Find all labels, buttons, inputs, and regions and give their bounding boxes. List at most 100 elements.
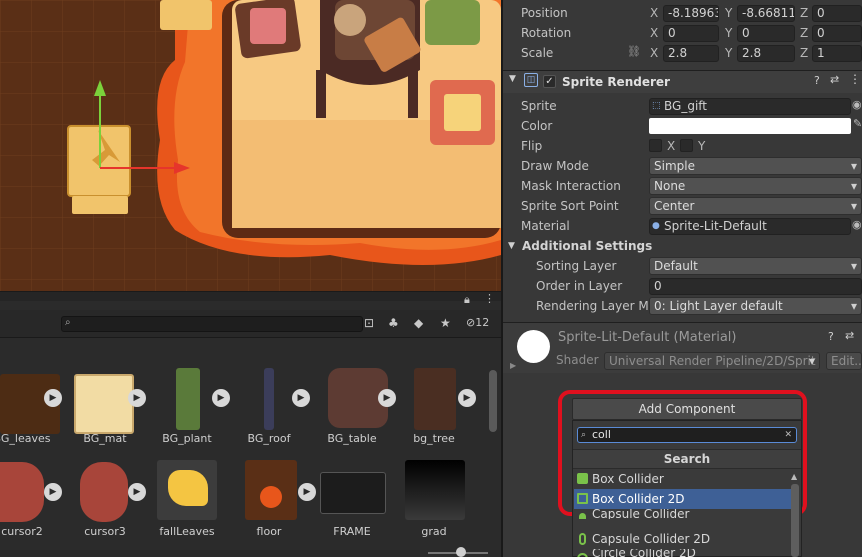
clear-search-icon[interactable]: ✕ — [784, 428, 792, 442]
asset-expand-icon[interactable]: ▶ — [298, 483, 316, 501]
label-filter-icon[interactable]: ◆ — [414, 316, 423, 330]
axis-y-label: Y — [725, 26, 733, 40]
asset-thumb-frame[interactable] — [320, 472, 386, 514]
sprite-sort-point-dropdown[interactable]: Center — [649, 197, 862, 215]
result-capsule-collider-2d[interactable]: Capsule Collider 2D — [574, 529, 792, 549]
sprite-renderer-header[interactable] — [503, 71, 862, 93]
asset-label: BG_roof — [247, 432, 291, 445]
asset-thumb-bg-mat[interactable] — [74, 374, 134, 434]
foldout-arrow-icon[interactable]: ▶ — [510, 361, 516, 370]
help-icon[interactable]: ? — [814, 74, 820, 87]
axis-y-label: Y — [725, 46, 733, 60]
search-value: coll — [592, 428, 611, 441]
flip-y-label: Y — [698, 139, 706, 153]
rotation-z-field[interactable]: 0 — [812, 25, 862, 42]
sprite-asset-icon: ⬚ — [652, 101, 661, 111]
result-circle-collider-2d[interactable]: Circle Collider 2D — [574, 549, 792, 557]
edit-shader-button[interactable]: Edit... — [826, 352, 862, 370]
result-box-collider-2d[interactable]: Box Collider 2D — [574, 489, 792, 509]
sprite-field[interactable]: ⬚ BG_gift — [649, 98, 851, 115]
order-in-layer-label: Order in Layer — [536, 279, 623, 293]
order-in-layer-field[interactable]: 0 — [649, 278, 862, 295]
flip-y-checkbox[interactable] — [680, 139, 693, 152]
eyedropper-icon[interactable]: ✎ — [853, 117, 862, 130]
scale-y-field[interactable]: 2.8 — [737, 45, 795, 62]
asset-expand-icon[interactable]: ▶ — [128, 389, 146, 407]
flip-x-checkbox[interactable] — [649, 139, 662, 152]
asset-expand-icon[interactable]: ▶ — [292, 389, 310, 407]
axis-x-label: X — [650, 46, 659, 60]
scene-view[interactable] — [0, 0, 501, 291]
asset-expand-icon[interactable]: ▶ — [44, 389, 62, 407]
search-by-type-icon[interactable]: ⊡ — [364, 316, 374, 330]
scale-label: Scale — [521, 46, 554, 60]
additional-settings-foldout[interactable]: Additional Settings — [522, 239, 652, 253]
asset-expand-icon[interactable]: ▶ — [44, 483, 62, 501]
asset-thumb-bg-roof[interactable] — [264, 368, 274, 430]
project-search-input[interactable]: ⌕ — [61, 316, 363, 332]
shader-dropdown[interactable]: Universal Render Pipeline/2D/Sprit — [604, 352, 820, 370]
scroll-up-arrow-icon[interactable]: ▲ — [791, 472, 797, 481]
constrain-proportions-icon[interactable]: ⛓︎ — [627, 45, 641, 58]
rotation-x-field[interactable]: 0 — [663, 25, 719, 42]
scale-x-field[interactable]: 2.8 — [663, 45, 719, 62]
scale-z-field[interactable]: 1 — [812, 45, 862, 62]
component-menu-icon[interactable]: ⋮ — [849, 72, 861, 86]
asset-label: cursor2 — [1, 525, 43, 538]
sprite-label: Sprite — [521, 99, 557, 113]
zoom-slider-handle[interactable] — [456, 547, 466, 557]
favorite-icon[interactable]: ★ — [440, 316, 451, 330]
filter-type-icon[interactable]: ♣ — [388, 316, 399, 330]
scene-canvas[interactable] — [0, 0, 501, 291]
position-z-field[interactable]: 0 — [812, 5, 862, 22]
circle-collider-2d-icon — [577, 553, 588, 557]
foldout-arrow-icon[interactable]: ▼ — [509, 74, 516, 84]
result-label: Box Collider 2D — [592, 492, 685, 506]
more-menu-icon[interactable]: ⋮ — [484, 292, 495, 305]
hidden-count: 12 — [475, 316, 490, 329]
asset-label: BG_plant — [162, 432, 212, 445]
asset-expand-icon[interactable]: ▶ — [212, 389, 230, 407]
result-box-collider[interactable]: Box Collider — [574, 469, 792, 489]
result-capsule-collider[interactable]: Capsule Collider — [574, 509, 792, 519]
asset-thumb-bg-plant[interactable] — [176, 368, 200, 430]
asset-label: floor — [256, 525, 282, 538]
asset-thumb-bg-tree[interactable] — [414, 368, 456, 430]
axis-z-label: Z — [800, 6, 809, 20]
project-scrollbar[interactable] — [489, 370, 497, 432]
sorting-layer-dropdown[interactable]: Default — [649, 257, 862, 275]
foldout-arrow-icon[interactable]: ▼ — [508, 241, 515, 251]
mask-interaction-dropdown[interactable]: None — [649, 177, 862, 195]
object-picker-icon[interactable]: ◉ — [852, 98, 862, 111]
asset-thumb-cursor2[interactable] — [0, 462, 44, 522]
asset-expand-icon[interactable]: ▶ — [128, 483, 146, 501]
draw-mode-dropdown[interactable]: Simple — [649, 157, 862, 175]
rotation-y-field[interactable]: 0 — [737, 25, 795, 42]
object-picker-icon[interactable]: ◉ — [852, 218, 862, 231]
sprite-sort-point-label: Sprite Sort Point — [521, 199, 619, 213]
box-collider-2d-icon — [577, 493, 588, 504]
asset-expand-icon[interactable]: ▶ — [458, 389, 476, 407]
add-component-button[interactable]: Add Component — [572, 398, 802, 420]
rendering-layer-dropdown[interactable]: 0: Light Layer default — [649, 297, 862, 315]
material-field[interactable]: ● Sprite-Lit-Default — [649, 218, 851, 235]
asset-thumb-cursor3[interactable] — [80, 462, 128, 522]
color-swatch[interactable] — [649, 118, 851, 134]
material-value: Sprite-Lit-Default — [664, 219, 767, 233]
material-asset-icon: ● — [652, 221, 660, 231]
help-icon[interactable]: ? — [828, 330, 834, 343]
component-title: Sprite Renderer — [562, 75, 670, 89]
position-y-field[interactable]: -8.66811 — [737, 5, 795, 22]
shader-label: Shader — [556, 353, 599, 367]
preset-icon[interactable]: ⇄ — [845, 329, 854, 342]
asset-expand-icon[interactable]: ▶ — [378, 389, 396, 407]
asset-thumb-grad[interactable] — [405, 460, 465, 520]
flip-x-label: X — [667, 139, 676, 153]
lock-icon[interactable]: 🔒︎ — [464, 293, 470, 307]
enable-component-checkbox[interactable]: ✓ — [543, 75, 556, 88]
results-scrollbar[interactable] — [791, 484, 799, 557]
position-x-field[interactable]: -8.18963 — [663, 5, 719, 22]
hidden-packages-toggle[interactable]: ⊘12 — [466, 316, 489, 329]
component-search-input[interactable]: ⌕ coll ✕ — [577, 427, 797, 443]
preset-icon[interactable]: ⇄ — [830, 73, 839, 86]
